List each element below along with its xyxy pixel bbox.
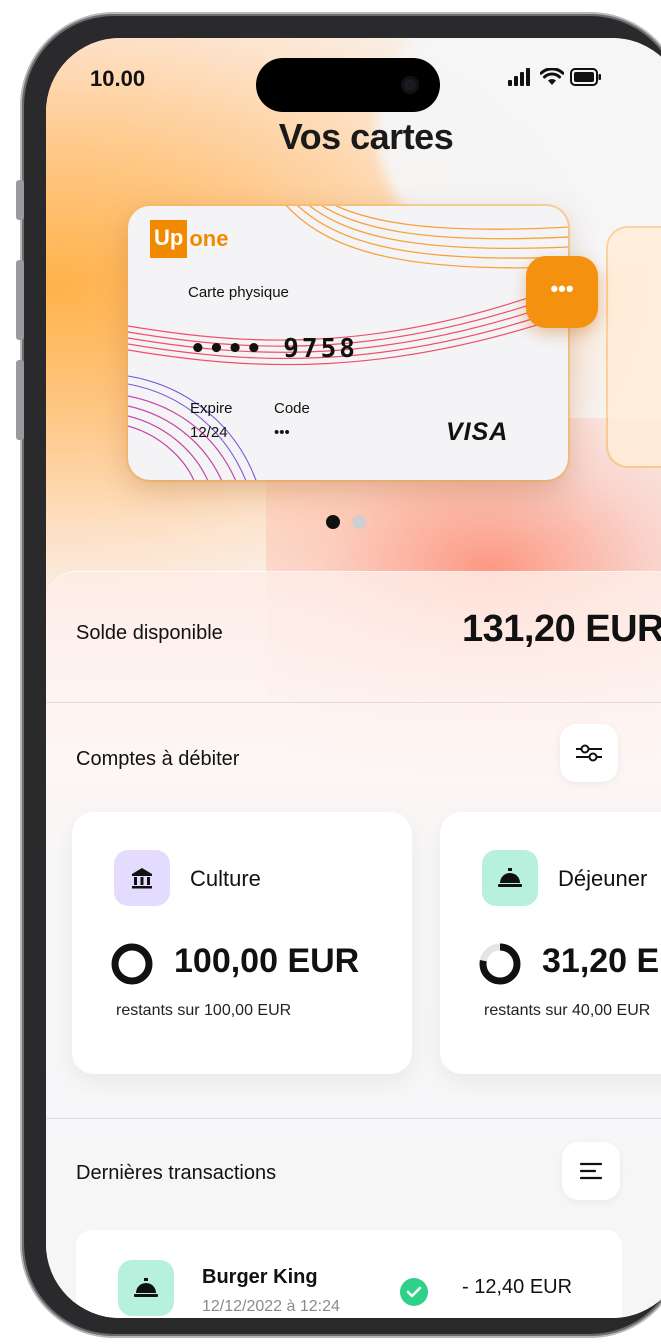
wifi-icon	[540, 68, 564, 85]
code-value: •••	[274, 424, 290, 441]
account-remaining: restants sur 100,00 EUR	[116, 1002, 292, 1019]
transaction-merchant: Burger King	[202, 1266, 318, 1288]
logo-up: Up	[150, 220, 188, 258]
code-label: Code	[274, 400, 310, 417]
transactions-title: Dernières transactions	[76, 1162, 277, 1184]
camera-icon	[401, 76, 419, 94]
account-card-culture[interactable]: Culture 100,00 EUR restants sur 100,00 E…	[72, 812, 412, 1074]
balance-label: Solde disponible	[76, 622, 223, 644]
screen: 10.00 Vos cartes Up one Carte physique •…	[46, 38, 661, 1318]
carousel-dots	[326, 515, 366, 529]
sort-button[interactable]	[562, 1142, 620, 1200]
next-card-preview[interactable]	[608, 228, 661, 466]
signal-icon	[508, 68, 530, 86]
account-panel: Solde disponible 131,20 EUR Comptes à dé…	[46, 572, 661, 1318]
account-name: Culture	[190, 866, 261, 891]
carousel-dot-2[interactable]	[352, 515, 366, 529]
balance-value: 131,20 EUR	[461, 608, 661, 650]
carousel-dot-1[interactable]	[326, 515, 340, 529]
account-amount: 31,20 EUR	[542, 942, 661, 980]
card-more-button[interactable]: •••	[526, 256, 598, 328]
progress-ring	[479, 943, 521, 985]
divider	[46, 702, 661, 703]
volume-up-button	[16, 260, 24, 340]
sliders-icon	[576, 744, 602, 762]
transaction-date: 12/12/2022 à 12:24	[202, 1298, 340, 1315]
logo-one: one	[189, 226, 229, 251]
transaction-row[interactable]: Burger King 12/12/2022 à 12:24 - 12,40 E…	[76, 1230, 622, 1318]
sort-lines-icon	[579, 1162, 603, 1180]
divider	[46, 1118, 661, 1119]
bank-icon	[114, 850, 170, 906]
account-amount: 100,00 EUR	[174, 942, 360, 980]
expire-value: 12/24	[190, 424, 228, 441]
volume-down-button	[16, 360, 24, 440]
account-name: Déjeuner	[558, 866, 648, 891]
card-type: Carte physique	[188, 284, 289, 301]
check-icon	[400, 1278, 428, 1306]
battery-icon	[570, 68, 601, 86]
payment-card[interactable]: Up one Carte physique •••• 9758 Expire 1…	[128, 206, 568, 480]
visa-logo: VISA	[446, 418, 509, 446]
service-bell-icon	[482, 850, 538, 906]
status-time: 10.00	[90, 66, 146, 91]
expire-label: Expire	[190, 400, 233, 417]
dynamic-island	[256, 58, 440, 112]
transaction-amount: - 12,40 EUR	[462, 1276, 573, 1298]
progress-ring	[111, 943, 153, 985]
card-number: •••• 9758	[190, 334, 358, 364]
accounts-title: Comptes à débiter	[76, 748, 240, 770]
status-icons	[508, 68, 602, 86]
account-card-dejeuner[interactable]: Déjeuner 31,20 EUR restants sur 40,00 EU…	[440, 812, 661, 1074]
upone-logo: Up one	[150, 220, 228, 258]
filter-button[interactable]	[560, 724, 618, 782]
page-title: Vos cartes	[278, 116, 454, 157]
service-bell-icon	[118, 1260, 174, 1316]
account-remaining: restants sur 40,00 EUR	[484, 1002, 651, 1019]
action-button	[16, 180, 24, 220]
